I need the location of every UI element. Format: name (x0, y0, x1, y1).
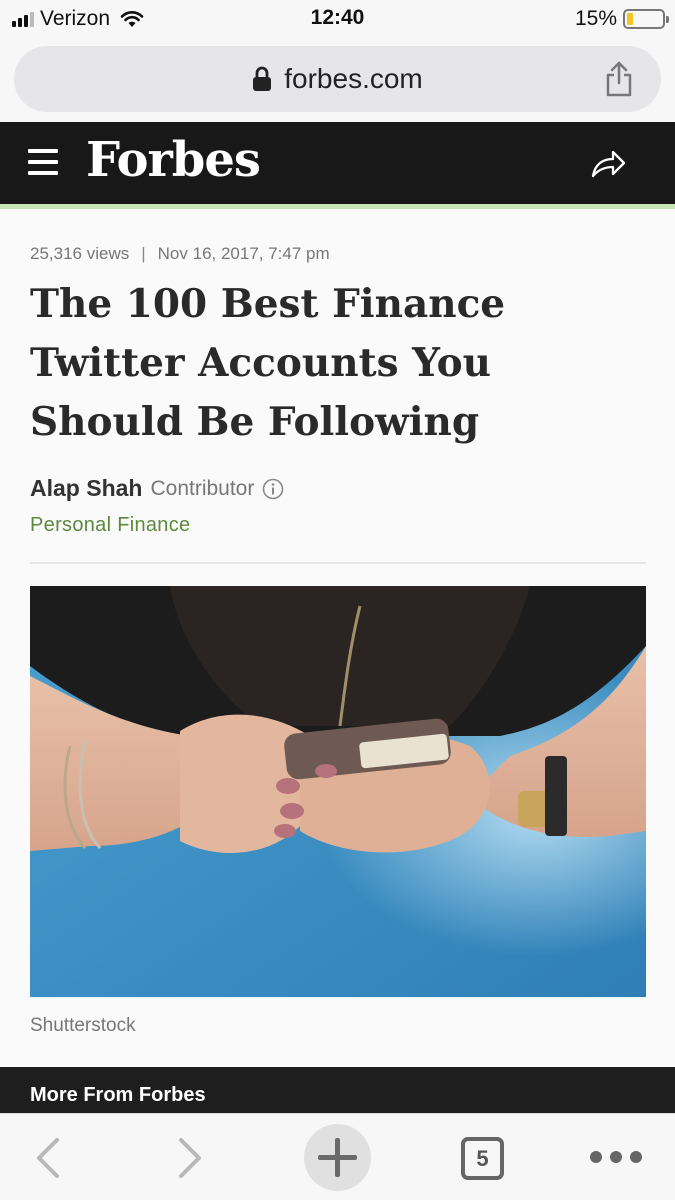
author-role: Contributor (150, 476, 255, 500)
channel-link[interactable]: Personal Finance (30, 514, 190, 537)
tabs-icon[interactable]: 5 (461, 1137, 504, 1180)
address-bar-container: forbes.com (0, 38, 675, 122)
browser-toolbar: 5 (0, 1113, 675, 1200)
article-headline: The 100 Best Finance Twitter Accounts Yo… (30, 281, 506, 445)
share-icon[interactable] (599, 59, 639, 99)
status-bar-right: 15% (574, 6, 669, 32)
article: 25,316 views | Nov 16, 2017, 7:47 pm The… (0, 209, 675, 1067)
url-domain: forbes.com (284, 63, 423, 94)
forward-icon[interactable] (172, 1136, 208, 1180)
forward-share-icon[interactable] (587, 144, 627, 184)
byline: Alap Shah Contributor (30, 475, 284, 502)
hamburger-icon[interactable] (28, 149, 58, 175)
battery-percent: 15% (574, 7, 617, 30)
author-name[interactable]: Alap Shah (30, 475, 142, 502)
back-icon[interactable] (30, 1136, 66, 1180)
lock-icon (253, 66, 272, 91)
status-bar: Verizon 12:40 15% (0, 0, 675, 38)
more-from-forbes-bar[interactable]: More From Forbes (0, 1067, 675, 1115)
new-tab-icon[interactable] (304, 1124, 371, 1191)
meta-separator: | (141, 244, 146, 263)
hero-image (30, 586, 646, 997)
image-caption: Shutterstock (30, 1015, 136, 1036)
more-icon[interactable] (590, 1151, 642, 1163)
battery-icon (623, 9, 669, 29)
forbes-logo[interactable]: Forbes (86, 132, 261, 188)
address-display: forbes.com (14, 46, 661, 112)
article-meta: 25,316 views | Nov 16, 2017, 7:47 pm (30, 244, 330, 264)
info-icon[interactable] (262, 478, 284, 500)
site-header: Forbes (0, 122, 675, 204)
clock: 12:40 (310, 6, 365, 29)
divider (30, 562, 646, 564)
publish-date: Nov 16, 2017, 7:47 pm (157, 244, 330, 263)
more-from-forbes-title: More From Forbes (30, 1084, 206, 1106)
view-count: 25,316 views (30, 244, 130, 263)
hero-photo-illustration (30, 586, 646, 997)
address-bar[interactable]: forbes.com (14, 46, 661, 112)
